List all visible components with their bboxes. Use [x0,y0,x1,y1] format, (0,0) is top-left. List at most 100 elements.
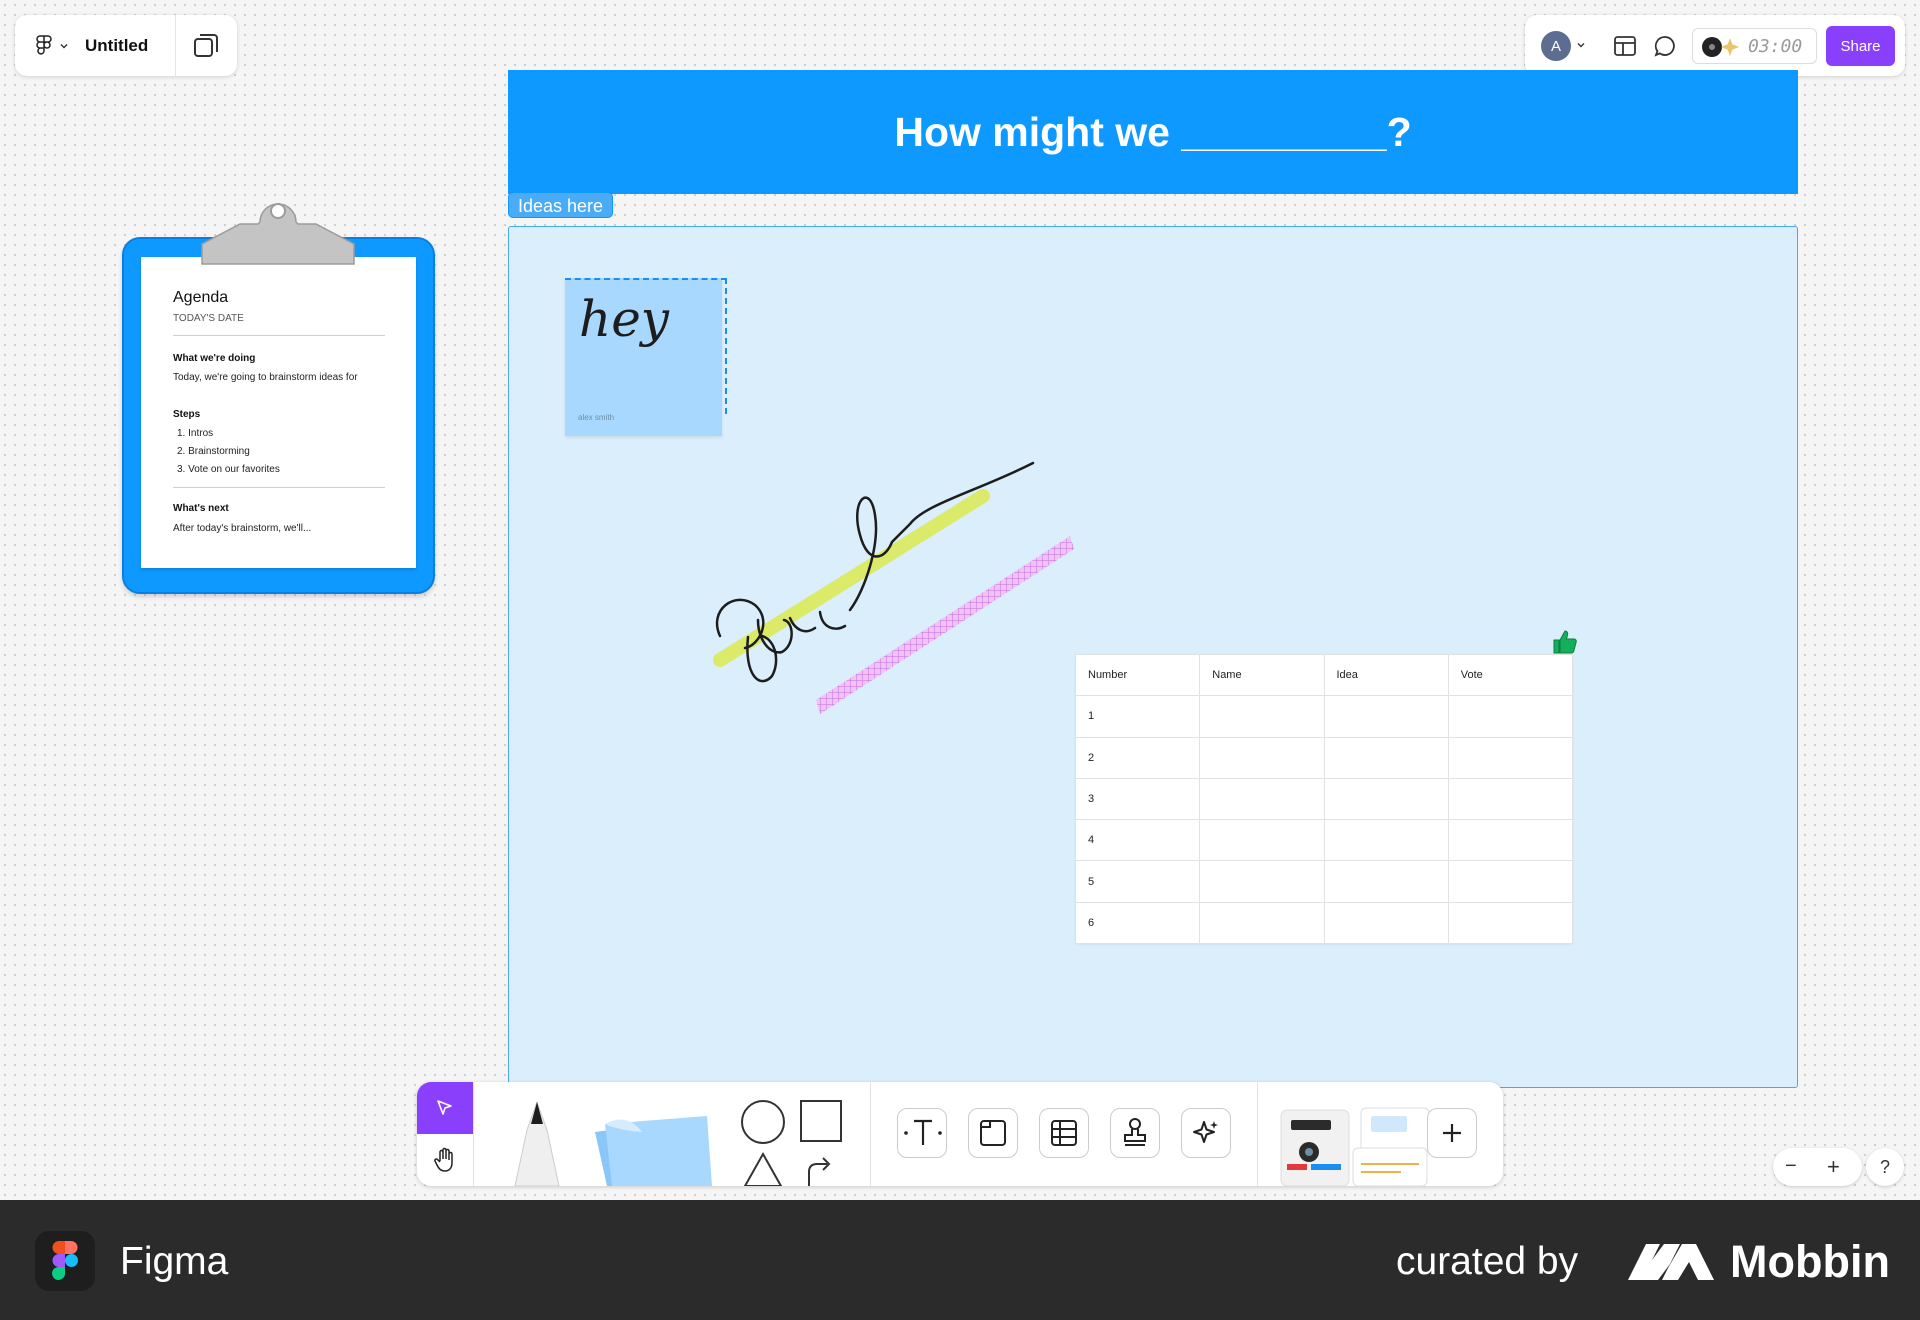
agenda-date: TODAY'S DATE [173,313,244,324]
text-tool[interactable] [897,1108,947,1158]
agenda-next-heading: What's next [173,503,229,514]
table-cell[interactable] [1199,819,1325,862]
table-cell[interactable] [1323,695,1449,738]
table-header-cell[interactable]: Number [1074,653,1201,697]
agenda-title: Agenda [173,289,229,306]
table-cell[interactable] [1447,736,1574,779]
table-cell[interactable] [1199,736,1325,779]
pages-icon[interactable] [192,32,220,60]
agenda-steps-heading: Steps [173,409,201,420]
chevron-down-icon [60,43,68,48]
collaboration-panel: A 03:00 Share [1525,15,1905,76]
table-row: 5 [1074,860,1574,903]
divider [473,1082,474,1186]
table-header-cell[interactable]: Idea [1323,653,1449,697]
ai-tool[interactable] [1181,1108,1231,1158]
table-row: 1 [1074,695,1574,738]
table-cell[interactable] [1447,819,1574,862]
table-cell[interactable]: 2 [1074,736,1201,779]
pen-tool-icon[interactable] [507,1100,567,1186]
sticky-note-tool-icon[interactable] [587,1102,722,1186]
chevron-down-icon[interactable] [1575,39,1587,51]
zoom-out-button[interactable]: − [1785,1155,1797,1178]
table-cell[interactable]: 1 [1074,695,1201,738]
table-row: 4 [1074,819,1574,862]
divider [175,15,176,76]
table-cell[interactable]: 6 [1074,901,1201,945]
selection-outline [565,278,727,414]
table-cell[interactable] [1323,860,1449,903]
sticky-author: alex smith [578,413,615,422]
section-banner-title[interactable]: How might we _________? [508,70,1798,194]
agenda-step: 2. Brainstorming [177,446,250,457]
drawing-text: good [700,440,703,441]
table-cell[interactable] [1447,695,1574,738]
table-tool[interactable] [1039,1108,1089,1158]
table-cell[interactable] [1199,860,1325,903]
table-cell[interactable]: 4 [1074,819,1201,862]
table-cell[interactable] [1199,695,1325,738]
avatar[interactable]: A [1541,31,1571,61]
agenda-doing-heading: What we're doing [173,353,256,364]
layout-icon[interactable] [1613,34,1637,58]
widgets-icon[interactable] [1279,1102,1439,1186]
table-icon [1051,1120,1077,1146]
help-button[interactable]: ? [1866,1148,1904,1186]
figma-logo-icon [52,1241,78,1280]
table-row: 3 [1074,777,1574,821]
table-cell[interactable] [1447,860,1574,903]
marker-drawing[interactable]: good [700,440,1090,740]
clipboard-clip [201,203,355,265]
divider [173,487,385,488]
divider [870,1082,871,1186]
file-panel: Untitled [15,15,237,76]
washi-tape [816,536,1074,714]
table-cell[interactable]: 5 [1074,860,1201,903]
agenda-doing-text: Today, we're going to brainstorm ideas f… [173,372,358,383]
divider [1257,1082,1258,1186]
table-cell[interactable] [1323,819,1449,862]
comment-icon[interactable] [1653,34,1677,58]
more-tools-button[interactable] [1427,1108,1477,1158]
text-icon [904,1119,942,1145]
zoom-in-button[interactable]: + [1827,1154,1840,1180]
stamp-tool[interactable] [1110,1108,1160,1158]
agenda-step: 1. Intros [177,428,214,439]
section-tool[interactable] [968,1108,1018,1158]
table-header-cell[interactable]: Name [1199,653,1325,697]
curated-by-text: curated by [1396,1240,1579,1283]
main-menu-button[interactable] [15,15,69,76]
table-cell[interactable] [1323,777,1449,821]
table-cell[interactable] [1199,777,1325,821]
share-button[interactable]: Share [1826,26,1895,66]
timer[interactable]: 03:00 [1692,28,1817,64]
move-tool[interactable] [417,1082,473,1134]
divider [173,335,385,336]
app-name: Figma [120,1240,229,1283]
sparkle-icon [1721,38,1739,56]
agenda-card[interactable]: Agenda TODAY'S DATE What we're doing Tod… [141,257,416,568]
cursor-icon [437,1100,452,1115]
shapes-tool-icon[interactable] [739,1098,844,1186]
file-title[interactable]: Untitled [85,36,148,56]
table-cell[interactable]: 3 [1074,777,1201,821]
table-row: 6 [1074,901,1574,945]
thumbs-up-icon[interactable] [1550,628,1578,656]
table-header-cell[interactable]: Vote [1447,653,1574,697]
table-cell[interactable] [1323,901,1449,945]
bottom-toolbar [417,1082,1503,1186]
agenda-next-text: After today's brainstorm, we'll... [173,523,312,534]
voting-table[interactable]: Number Name Idea Vote 1 2 3 4 5 6 [1074,653,1574,945]
table-cell[interactable] [1447,901,1574,945]
table-cell[interactable] [1199,901,1325,945]
canvas[interactable]: Untitled A 03:00 Share How might we ____… [0,0,1920,1200]
hand-icon [434,1147,453,1172]
table-cell[interactable] [1323,736,1449,779]
figma-menu-icon [36,34,52,55]
section-label[interactable]: Ideas here [508,192,614,218]
hand-tool[interactable] [417,1134,473,1186]
footer: Figma curated by Mobbin [0,1200,1920,1320]
zoom-controls: − + [1773,1148,1862,1186]
agenda-step: 3. Vote on our favorites [177,464,280,475]
table-cell[interactable] [1447,777,1574,821]
